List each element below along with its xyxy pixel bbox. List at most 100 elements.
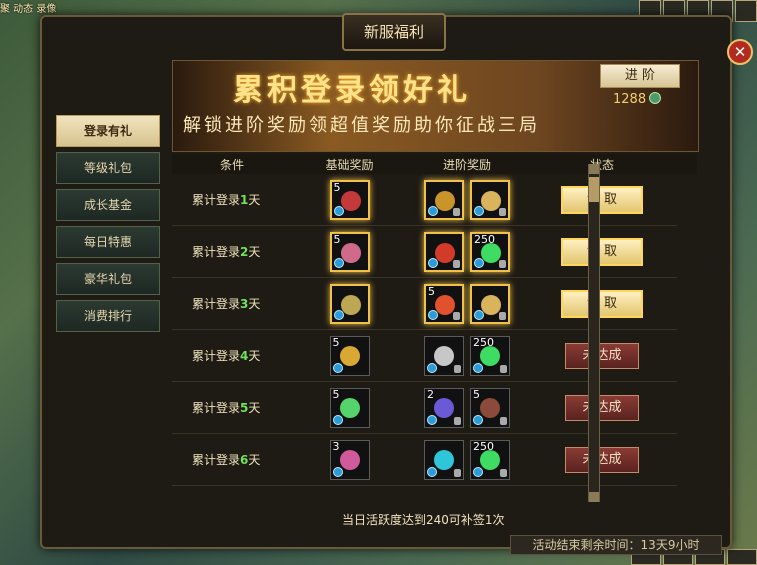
reward-item[interactable]: 250 — [470, 231, 510, 272]
info-icon[interactable] — [332, 466, 343, 477]
item-art-icon — [435, 242, 455, 263]
reward-item[interactable]: 5 — [329, 335, 370, 376]
slot[interactable] — [727, 549, 757, 565]
info-icon[interactable] — [428, 309, 438, 320]
info-icon[interactable] — [427, 466, 437, 477]
reward-item[interactable] — [424, 231, 464, 272]
item-quantity: 5 — [332, 335, 340, 349]
lock-icon — [500, 416, 507, 425]
close-icon[interactable]: ✕ — [727, 39, 753, 65]
status-cell: 领 取 — [527, 185, 677, 214]
reward-item[interactable] — [424, 439, 464, 480]
item-art-icon — [339, 397, 360, 418]
table-row: 累计登录5天 5 2 5 未达成 — [172, 382, 677, 434]
info-icon[interactable] — [474, 257, 484, 268]
info-icon[interactable] — [333, 257, 344, 268]
header-advanced: 进阶奖励 — [442, 157, 491, 172]
info-icon[interactable] — [427, 362, 437, 373]
row-condition: 累计登录4天 — [172, 347, 292, 364]
sidebar-item-daily-deal[interactable]: 每日特惠 — [56, 226, 160, 258]
info-icon[interactable] — [333, 205, 344, 216]
info-icon[interactable] — [473, 466, 483, 477]
reward-item[interactable] — [470, 179, 510, 220]
reward-item[interactable]: 5 — [329, 387, 370, 428]
condition-suffix: 天 — [248, 193, 261, 207]
rows-container: 累计登录1天 5 领 取累计登录2天 5 250 领 取累计登录3天 5 领 取累计登录4天 5… — [172, 174, 677, 496]
info-icon[interactable] — [333, 309, 344, 320]
item-quantity: 250 — [473, 335, 494, 349]
reward-item[interactable]: 250 — [470, 439, 510, 480]
lock-icon — [454, 416, 461, 425]
scroll-thumb[interactable] — [589, 177, 599, 202]
condition-prefix: 累计登录 — [192, 349, 241, 363]
reward-item[interactable]: 5 — [424, 283, 464, 324]
scroll-down-icon[interactable] — [589, 492, 599, 502]
condition-suffix: 天 — [248, 297, 261, 311]
info-icon[interactable] — [332, 414, 343, 425]
reward-table: 条件 基础奖励 进阶奖励 状态 累计登录1天 5 领 取累计登录2天 5 250 领 取累… — [172, 154, 697, 504]
item-art-icon — [480, 345, 500, 366]
sidebar-item-growth-fund[interactable]: 成长基金 — [56, 189, 160, 221]
claim-button[interactable]: 领 取 — [561, 237, 643, 266]
banner-title: 累积登录领好礼 — [233, 73, 471, 108]
sidebar-item-level-gift[interactable]: 等级礼包 — [56, 152, 160, 184]
scroll-up-icon[interactable] — [589, 164, 599, 174]
header-condition: 条件 — [219, 157, 244, 172]
info-icon[interactable] — [474, 309, 484, 320]
claim-button[interactable]: 领 取 — [561, 289, 643, 318]
reward-item[interactable]: 2 — [424, 387, 464, 428]
reward-item[interactable]: 5 — [329, 231, 370, 272]
advance-button[interactable]: 进 阶 — [600, 64, 680, 88]
table-row: 累计登录2天 5 250 领 取 — [172, 226, 677, 278]
status-cell: 领 取 — [527, 237, 677, 266]
condition-suffix: 天 — [248, 453, 261, 467]
reward-item[interactable]: 5 — [329, 179, 370, 220]
sidebar-item-luxury-gift[interactable]: 豪华礼包 — [56, 263, 160, 295]
reward-item[interactable] — [424, 179, 464, 220]
advanced-reward-cell: 5 — [407, 283, 527, 324]
info-icon[interactable] — [428, 257, 438, 268]
lock-icon — [453, 207, 460, 216]
status-cell: 未达成 — [527, 446, 677, 473]
sidebar: 登录有礼 等级礼包 成长基金 每日特惠 豪华礼包 消费排行 — [56, 115, 160, 337]
condition-prefix: 累计登录 — [192, 245, 241, 259]
reward-item[interactable] — [470, 283, 510, 324]
row-condition: 累计登录2天 — [172, 243, 292, 260]
condition-prefix: 累计登录 — [192, 453, 241, 467]
info-icon[interactable] — [332, 362, 343, 373]
status-cell: 领 取 — [527, 289, 677, 318]
info-icon[interactable] — [427, 414, 437, 425]
row-condition: 累计登录6天 — [172, 451, 292, 468]
makeup-signin-note: 当日活跃度达到240可补签1次 — [342, 513, 505, 527]
event-timer: 活动结束剩余时间：13天9小时 — [510, 535, 722, 555]
item-art-icon — [435, 190, 455, 211]
basic-reward-cell — [292, 283, 407, 324]
not-reached-button[interactable]: 未达成 — [565, 342, 639, 369]
condition-prefix: 累计登录 — [192, 193, 241, 207]
status-cell: 未达成 — [527, 342, 677, 369]
item-art-icon — [340, 294, 361, 315]
info-icon[interactable] — [428, 205, 438, 216]
reward-item[interactable]: 5 — [470, 387, 510, 428]
sidebar-item-login-gift[interactable]: 登录有礼 — [56, 115, 160, 147]
item-quantity: 5 — [473, 387, 480, 401]
scrollbar[interactable] — [588, 164, 600, 502]
reward-item[interactable] — [424, 335, 464, 376]
not-reached-button[interactable]: 未达成 — [565, 446, 639, 473]
lock-icon — [453, 259, 460, 268]
top-left-label: 聚 动态 录像 — [0, 4, 57, 15]
claim-button[interactable]: 领 取 — [561, 185, 643, 214]
table-header: 条件 基础奖励 进阶奖励 状态 — [172, 154, 697, 174]
advanced-reward-cell — [407, 179, 527, 220]
not-reached-button[interactable]: 未达成 — [565, 394, 639, 421]
info-icon[interactable] — [474, 205, 484, 216]
lock-icon — [454, 364, 461, 373]
info-icon[interactable] — [473, 362, 483, 373]
reward-item[interactable]: 250 — [470, 335, 510, 376]
info-icon[interactable] — [473, 414, 483, 425]
sidebar-item-spend-rank[interactable]: 消费排行 — [56, 300, 160, 332]
reward-item[interactable]: 3 — [329, 439, 370, 480]
slot[interactable] — [735, 0, 757, 22]
item-art-icon — [434, 397, 454, 418]
reward-item[interactable] — [329, 283, 370, 324]
